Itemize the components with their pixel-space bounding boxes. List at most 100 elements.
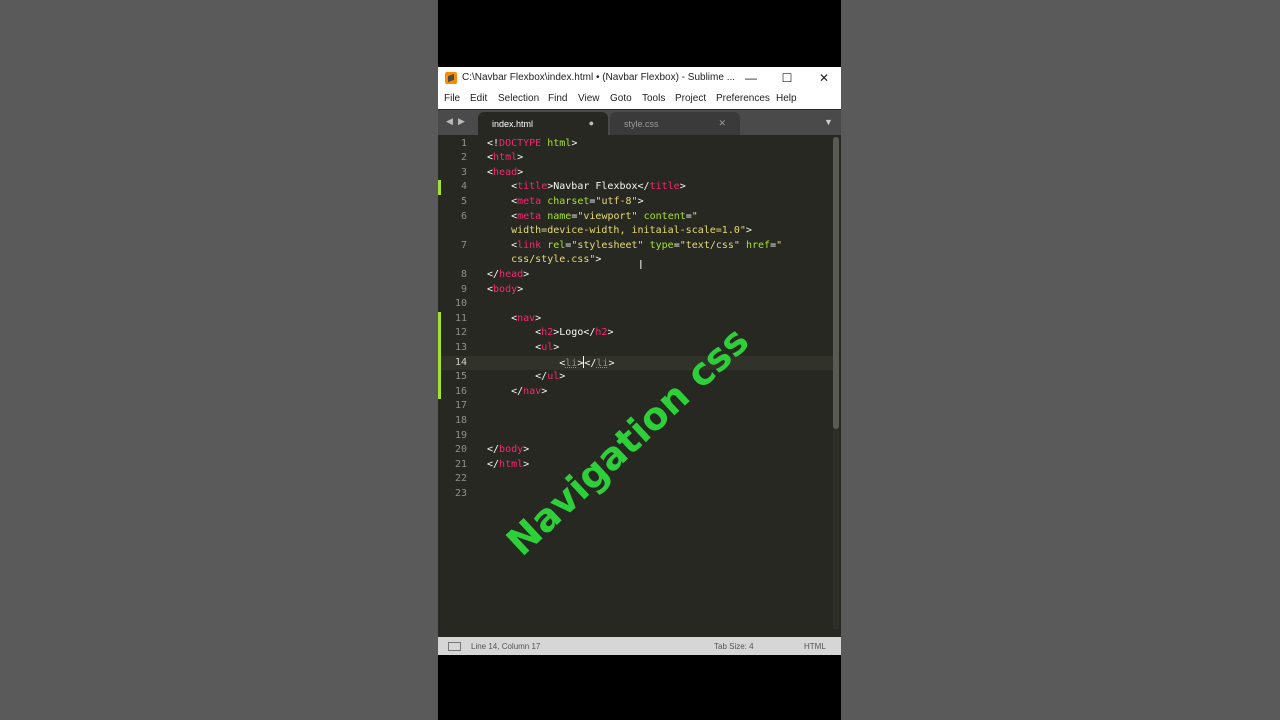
sublime-window: C:\Navbar Flexbox\index.html • (Navbar F… bbox=[438, 67, 841, 655]
line-number: 6 bbox=[460, 210, 467, 222]
tab-bar: ◀ ▶ index.html ● style.css ✕ ▼ bbox=[438, 110, 841, 135]
code-line[interactable]: 22 bbox=[438, 472, 833, 487]
tab-index-html[interactable]: index.html ● bbox=[478, 112, 608, 135]
code-text: <head> bbox=[487, 166, 524, 178]
code-line[interactable]: 13 <ul> bbox=[438, 341, 833, 356]
line-number: 16 bbox=[454, 385, 467, 397]
code-text: <link rel="stylesheet" type="text/css" h… bbox=[487, 239, 783, 251]
modified-line-marker bbox=[438, 311, 441, 400]
code-text: <html> bbox=[487, 152, 524, 164]
line-number: 12 bbox=[454, 327, 467, 339]
line-number: 9 bbox=[460, 283, 467, 295]
menu-preferences[interactable]: Preferences bbox=[716, 93, 770, 104]
window-title: C:\Navbar Flexbox\index.html • (Navbar F… bbox=[462, 72, 736, 83]
code-line[interactable]: 2 <html> bbox=[438, 151, 833, 166]
menu-goto[interactable]: Goto bbox=[610, 93, 632, 104]
code-line[interactable]: width=device-width, initaial-scale=1.0"> bbox=[438, 224, 833, 239]
code-line[interactable]: 12 <h2>Logo</h2> bbox=[438, 326, 833, 341]
menu-edit[interactable]: Edit bbox=[470, 93, 487, 104]
line-number: 18 bbox=[454, 414, 467, 426]
menu-find[interactable]: Find bbox=[548, 93, 567, 104]
line-number: 17 bbox=[454, 400, 467, 412]
status-bar: Line 14, Column 17 Tab Size: 4 HTML bbox=[438, 637, 841, 655]
code-line[interactable]: 7 <link rel="stylesheet" type="text/css"… bbox=[438, 239, 833, 254]
line-number: 13 bbox=[454, 341, 467, 353]
line-number: 8 bbox=[460, 268, 467, 280]
menu-view[interactable]: View bbox=[578, 93, 600, 104]
maximize-button[interactable]: ☐ bbox=[772, 69, 802, 87]
background-right bbox=[841, 0, 1280, 720]
background-left bbox=[0, 0, 438, 720]
line-number: 22 bbox=[454, 473, 467, 485]
line-number: 4 bbox=[460, 181, 467, 193]
code-editor[interactable]: 1 <!DOCTYPE html> 2 <html> 3 <head> 4 <title>N… bbox=[438, 135, 841, 637]
menu-file[interactable]: File bbox=[444, 93, 460, 104]
code-line[interactable]: 14 <li></li> bbox=[438, 355, 833, 371]
code-line[interactable]: 23 bbox=[438, 487, 833, 502]
tab-dropdown-icon[interactable]: ▼ bbox=[824, 117, 833, 127]
code-line[interactable]: 3 <head> bbox=[438, 166, 833, 181]
close-button[interactable]: ✕ bbox=[809, 69, 839, 87]
code-text: <meta charset="utf-8"> bbox=[487, 195, 644, 207]
code-text: width=device-width, initaial-scale=1.0"> bbox=[487, 225, 752, 237]
tab-label: style.css bbox=[624, 119, 659, 129]
menu-project[interactable]: Project bbox=[675, 93, 706, 104]
panel-toggle-icon[interactable] bbox=[448, 642, 461, 651]
syntax-indicator[interactable]: HTML bbox=[804, 642, 826, 651]
code-text: </body> bbox=[487, 444, 530, 456]
line-number: 23 bbox=[454, 487, 467, 499]
code-text: <h2>Logo</h2> bbox=[487, 327, 614, 339]
menu-tools[interactable]: Tools bbox=[642, 93, 665, 104]
code-text: </head> bbox=[487, 268, 530, 280]
tab-style-css[interactable]: style.css ✕ bbox=[610, 112, 740, 135]
line-number: 14 bbox=[454, 356, 467, 368]
line-number: 5 bbox=[460, 195, 467, 207]
tab-size-indicator[interactable]: Tab Size: 4 bbox=[714, 642, 754, 651]
modified-line-marker bbox=[438, 180, 441, 195]
code-line[interactable]: 4 <title>Navbar Flexbox</title> bbox=[438, 180, 833, 195]
cursor-position: Line 14, Column 17 bbox=[471, 642, 541, 651]
code-line[interactable]: 10 bbox=[438, 297, 833, 312]
code-text: </html> bbox=[487, 458, 530, 470]
code-text: </ul> bbox=[487, 371, 566, 383]
code-text: <meta name="viewport" content=" bbox=[487, 210, 698, 222]
tab-nav-right-icon[interactable]: ▶ bbox=[458, 116, 465, 127]
code-line[interactable]: 11 <nav> bbox=[438, 312, 833, 327]
line-number: 3 bbox=[460, 166, 467, 178]
line-number: 7 bbox=[460, 239, 467, 251]
title-bar: C:\Navbar Flexbox\index.html • (Navbar F… bbox=[438, 67, 841, 89]
code-text: <li></li> bbox=[487, 355, 615, 369]
mouse-ibeam-icon: I bbox=[639, 257, 643, 272]
menu-selection[interactable]: Selection bbox=[498, 93, 539, 104]
line-number: 1 bbox=[460, 137, 467, 149]
code-text: <body> bbox=[487, 283, 524, 295]
line-number: 20 bbox=[454, 444, 467, 456]
code-text: <nav> bbox=[487, 312, 542, 324]
code-line[interactable]: 1 <!DOCTYPE html> bbox=[438, 137, 833, 152]
line-number: 15 bbox=[454, 371, 467, 383]
menu-bar: File Edit Selection Find View Goto Tools… bbox=[438, 89, 841, 109]
line-number: 2 bbox=[460, 152, 467, 164]
code-text: <ul> bbox=[487, 341, 560, 353]
code-line[interactable]: 6 <meta name="viewport" content=" bbox=[438, 210, 833, 225]
sublime-logo-icon bbox=[445, 72, 457, 84]
tab-label: index.html bbox=[492, 119, 534, 129]
code-line[interactable]: 16 </nav> bbox=[438, 385, 833, 400]
code-line[interactable]: css/style.css"> bbox=[438, 253, 833, 268]
code-line[interactable]: 5 <meta charset="utf-8"> bbox=[438, 195, 833, 210]
code-text: <!DOCTYPE html> bbox=[487, 137, 578, 149]
line-number: 19 bbox=[454, 429, 467, 441]
tab-close-icon[interactable]: ✕ bbox=[718, 118, 726, 129]
modified-dot-icon[interactable]: ● bbox=[589, 118, 594, 128]
line-number: 10 bbox=[454, 298, 467, 310]
line-number: 11 bbox=[454, 312, 467, 324]
minimize-button[interactable]: — bbox=[736, 69, 766, 87]
menu-help[interactable]: Help bbox=[776, 93, 797, 104]
code-text: css/style.css"> bbox=[487, 254, 602, 266]
code-line[interactable]: 8 </head> bbox=[438, 268, 833, 283]
code-line[interactable]: 9 <body> bbox=[438, 283, 833, 298]
tab-nav-left-icon[interactable]: ◀ bbox=[446, 116, 453, 127]
scrollbar-thumb[interactable] bbox=[833, 137, 839, 429]
code-line[interactable]: 15 </ul> bbox=[438, 370, 833, 385]
code-text: <title>Navbar Flexbox</title> bbox=[487, 181, 686, 193]
